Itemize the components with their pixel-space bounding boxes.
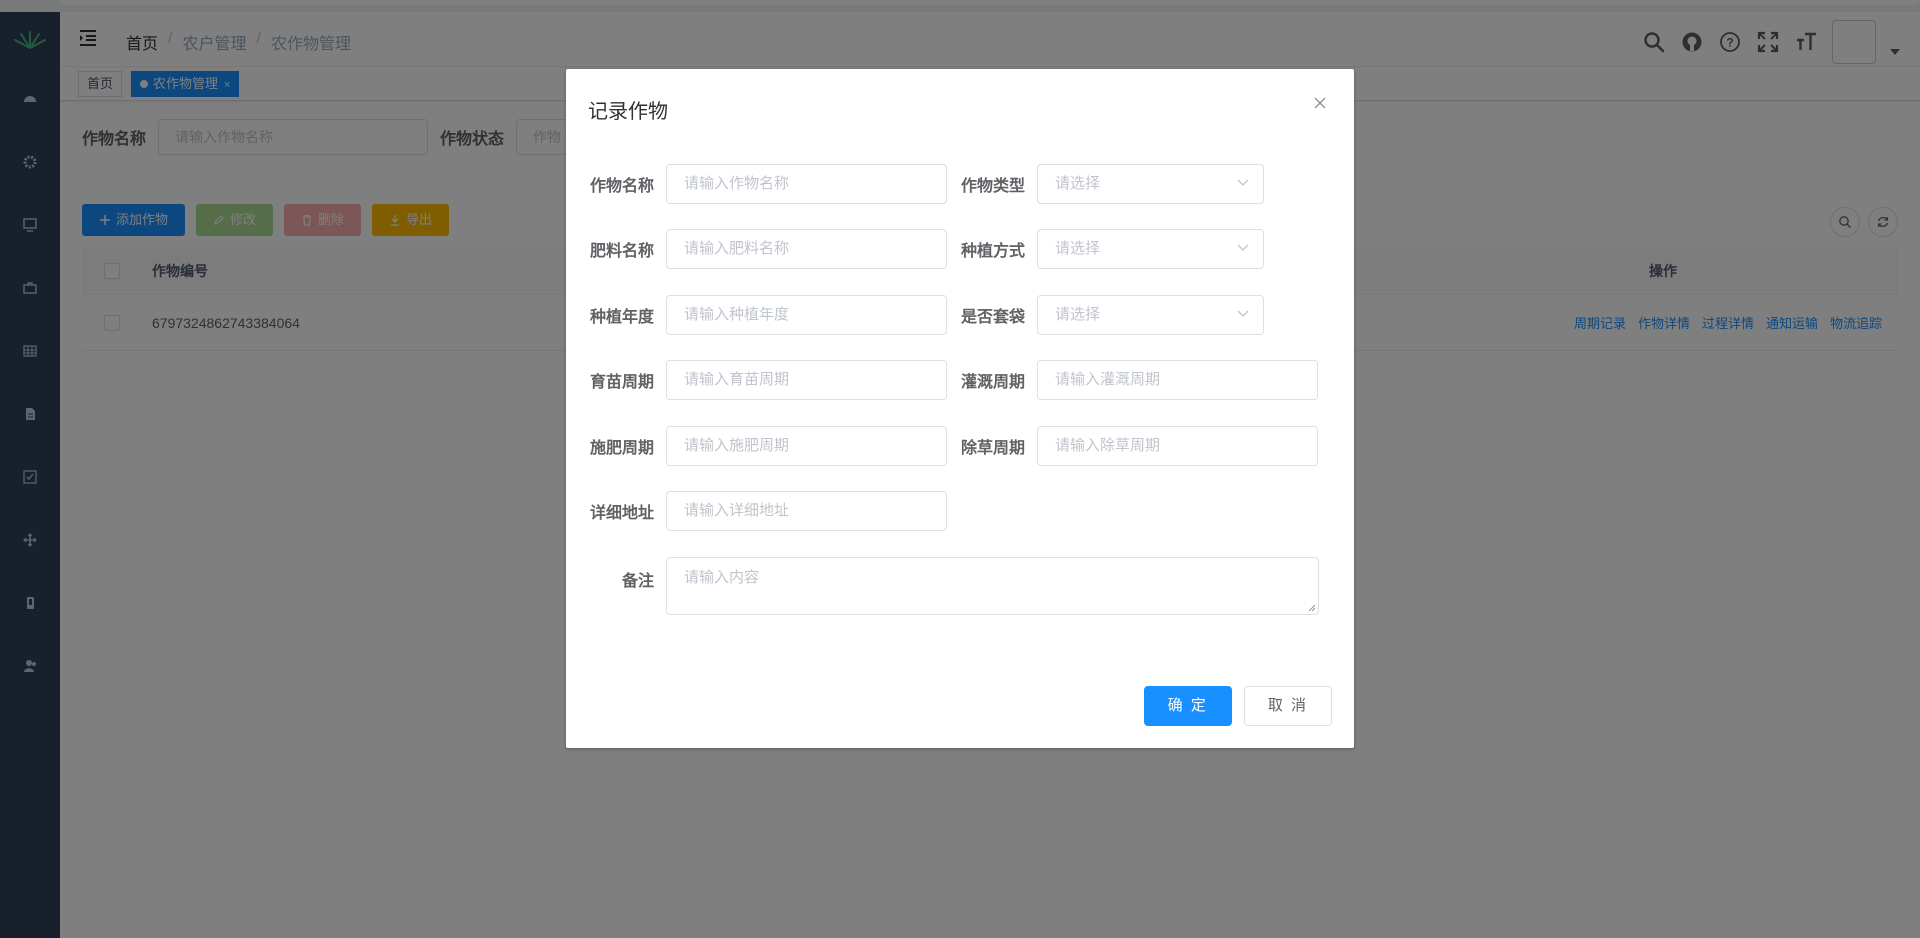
planting-method-label: 种植方式 xyxy=(960,243,1025,260)
irrigation-cycle-input[interactable]: 请输入灌溉周期 xyxy=(1037,360,1318,400)
remark-row: 备注 请输入内容 xyxy=(586,557,1319,615)
remark-textarea[interactable]: 请输入内容 xyxy=(666,557,1319,615)
cancel-button[interactable]: 取 消 xyxy=(1243,686,1332,726)
dialog-footer: 确 定 取 消 xyxy=(1143,686,1332,726)
fertilizer-name-label: 肥料名称 xyxy=(589,243,654,260)
address-row: 详细地址 请输入详细地址 xyxy=(586,491,947,531)
chevron-down-icon xyxy=(1237,179,1249,186)
crop-name-row: 作物名称 请输入作物名称 xyxy=(586,164,947,204)
chevron-down-icon xyxy=(1237,244,1249,251)
weeding-cycle-label: 除草周期 xyxy=(960,440,1025,457)
planting-year-label: 种植年度 xyxy=(589,309,654,326)
crop-type-select[interactable]: 请选择 xyxy=(1037,164,1264,204)
planting-year-input[interactable]: 请输入种植年度 xyxy=(666,295,947,335)
dialog-title: 记录作物 xyxy=(588,101,668,123)
bagged-select[interactable]: 请选择 xyxy=(1037,295,1264,335)
seedling-cycle-label: 育苗周期 xyxy=(589,374,654,391)
irrigation-cycle-label: 灌溉周期 xyxy=(960,374,1025,391)
seedling-cycle-row: 育苗周期 请输入育苗周期 xyxy=(586,360,947,400)
address-label: 详细地址 xyxy=(589,505,654,522)
bagged-placeholder: 请选择 xyxy=(1055,306,1101,323)
fertilizer-name-row: 肥料名称 请输入肥料名称 xyxy=(586,229,947,269)
crop-type-label: 作物类型 xyxy=(960,178,1025,195)
record-crop-dialog: 记录作物 作物名称 请输入作物名称 作物类型 请选择 肥料名称 请输入肥料名称 … xyxy=(566,69,1354,748)
crop-name-input[interactable]: 请输入作物名称 xyxy=(666,164,947,204)
fertilize-cycle-label: 施肥周期 xyxy=(589,440,654,457)
seedling-cycle-input[interactable]: 请输入育苗周期 xyxy=(666,360,947,400)
bagged-row: 是否套袋 请选择 xyxy=(957,295,1264,335)
weeding-cycle-row: 除草周期 请输入除草周期 xyxy=(957,426,1318,466)
bagged-label: 是否套袋 xyxy=(960,309,1025,326)
close-icon[interactable] xyxy=(1312,95,1328,111)
chevron-down-icon xyxy=(1237,310,1249,317)
address-input[interactable]: 请输入详细地址 xyxy=(666,491,947,531)
crop-type-placeholder: 请选择 xyxy=(1055,175,1101,192)
confirm-button[interactable]: 确 定 xyxy=(1143,686,1232,726)
remark-placeholder: 请输入内容 xyxy=(684,569,760,586)
crop-name-label: 作物名称 xyxy=(589,178,654,195)
fertilizer-name-input[interactable]: 请输入肥料名称 xyxy=(666,229,947,269)
weeding-cycle-input[interactable]: 请输入除草周期 xyxy=(1037,426,1318,466)
resize-handle-icon xyxy=(1308,604,1316,612)
planting-method-row: 种植方式 请选择 xyxy=(957,229,1264,269)
crop-type-row: 作物类型 请选择 xyxy=(957,164,1264,204)
irrigation-cycle-row: 灌溉周期 请输入灌溉周期 xyxy=(957,360,1318,400)
fertilize-cycle-row: 施肥周期 请输入施肥周期 xyxy=(586,426,947,466)
planting-method-select[interactable]: 请选择 xyxy=(1037,229,1264,269)
planting-method-placeholder: 请选择 xyxy=(1055,240,1101,257)
remark-label: 备注 xyxy=(621,573,654,590)
planting-year-row: 种植年度 请输入种植年度 xyxy=(586,295,947,335)
fertilize-cycle-input[interactable]: 请输入施肥周期 xyxy=(666,426,947,466)
